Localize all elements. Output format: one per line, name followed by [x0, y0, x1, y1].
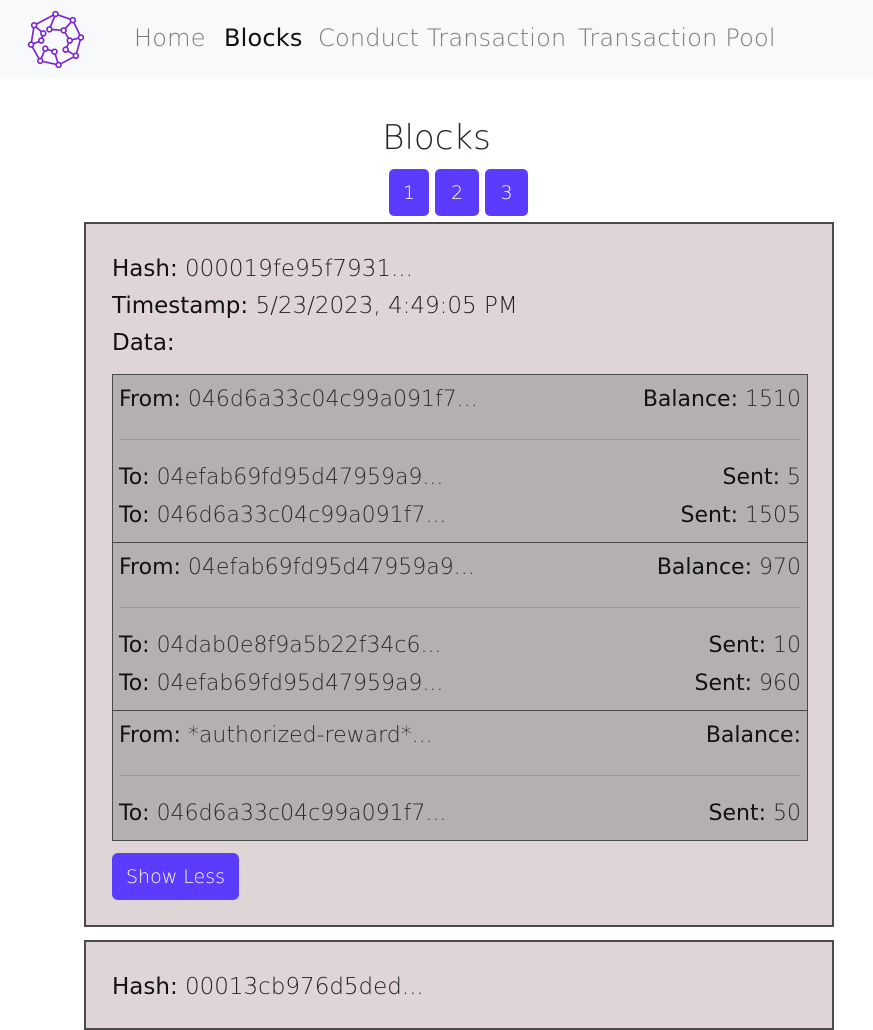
network-node-icon[interactable] — [27, 11, 84, 68]
block-card: Hash: 000019fe95f7931... Timestamp: 5/23… — [84, 222, 834, 927]
from-address: *authorized-reward*... — [187, 723, 433, 748]
nav-blocks[interactable]: Blocks — [224, 24, 303, 52]
hash-value: 000019fe95f7931... — [185, 256, 413, 282]
tx-output-row: To: 046d6a33c04c99a091f7... Sent: 1505 — [119, 503, 801, 528]
tx-from-row: From: *authorized-reward*... Balance: — [119, 723, 801, 748]
from-address: 04efab69fd95d47959a9... — [187, 555, 475, 580]
sent-value: 5 — [787, 465, 801, 490]
divider — [119, 775, 801, 776]
to-address: 04efab69fd95d47959a9... — [156, 465, 444, 490]
to-address: 04dab0e8f9a5b22f34c6... — [156, 633, 442, 658]
hash-value: 00013cb976d5ded... — [185, 974, 424, 1000]
timestamp-value: 5/23/2023, 4:49:05 PM — [255, 293, 518, 319]
block-timestamp: Timestamp: 5/23/2023, 4:49:05 PM — [112, 293, 518, 319]
balance-value: 1510 — [745, 387, 801, 412]
block-card: Hash: 00013cb976d5ded... — [84, 940, 834, 1030]
block-hash: Hash: 000019fe95f7931... — [112, 256, 413, 282]
transaction: From: 046d6a33c04c99a091f7... Balance: 1… — [112, 374, 808, 543]
divider — [119, 439, 801, 440]
to-address: 046d6a33c04c99a091f7... — [156, 801, 447, 826]
hash-label: Hash: — [112, 974, 178, 1000]
block-data-label: Data: — [112, 330, 175, 356]
page-button-1[interactable]: 1 — [389, 169, 429, 216]
sent-value: 50 — [773, 801, 801, 826]
navbar: Home Blocks Conduct Transaction Transact… — [0, 0, 873, 79]
sent-value: 10 — [773, 633, 801, 658]
page-button-3[interactable]: 3 — [485, 169, 528, 216]
to-address: 046d6a33c04c99a091f7... — [156, 503, 447, 528]
nav-home[interactable]: Home — [134, 24, 206, 52]
page-title: Blocks — [382, 118, 491, 158]
show-less-button[interactable]: Show Less — [112, 853, 239, 900]
timestamp-label: Timestamp: — [112, 293, 249, 319]
to-address: 04efab69fd95d47959a9... — [156, 671, 444, 696]
tx-from-row: From: 046d6a33c04c99a091f7... Balance: 1… — [119, 387, 801, 412]
sent-value: 960 — [759, 671, 801, 696]
transaction: From: 04efab69fd95d47959a9... Balance: 9… — [112, 542, 808, 711]
nav-conduct-transaction[interactable]: Conduct Transaction — [318, 24, 566, 52]
block-hash: Hash: 00013cb976d5ded... — [112, 974, 424, 1000]
sent-value: 1505 — [745, 503, 801, 528]
tx-output-row: To: 04efab69fd95d47959a9... Sent: 5 — [119, 465, 801, 490]
tx-output-row: To: 04efab69fd95d47959a9... Sent: 960 — [119, 671, 801, 696]
from-address: 046d6a33c04c99a091f7... — [187, 387, 478, 412]
nav-transaction-pool[interactable]: Transaction Pool — [578, 24, 776, 52]
tx-output-row: To: 04dab0e8f9a5b22f34c6... Sent: 10 — [119, 633, 801, 658]
tx-output-row: To: 046d6a33c04c99a091f7... Sent: 50 — [119, 801, 801, 826]
balance-value: 970 — [759, 555, 801, 580]
hash-label: Hash: — [112, 256, 178, 282]
tx-from-row: From: 04efab69fd95d47959a9... Balance: 9… — [119, 555, 801, 580]
transaction: From: *authorized-reward*... Balance: To… — [112, 710, 808, 841]
divider — [119, 607, 801, 608]
page-button-2[interactable]: 2 — [435, 169, 479, 216]
